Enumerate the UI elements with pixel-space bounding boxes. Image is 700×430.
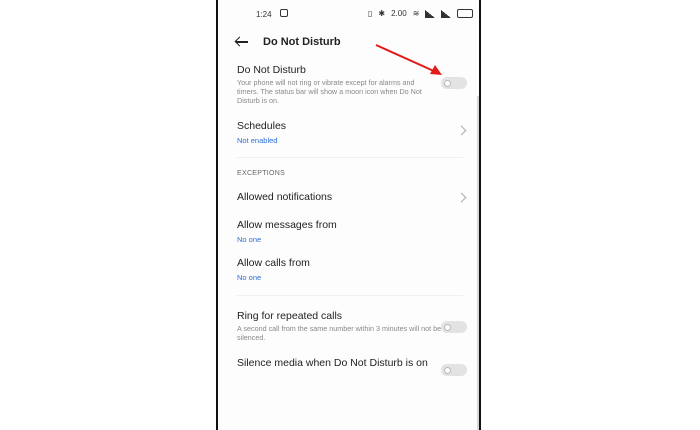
- allow-messages-row[interactable]: Allow messages from No one: [237, 219, 469, 244]
- dnd-description: Your phone will not ring or vibrate exce…: [237, 78, 422, 105]
- ring-repeated-description: A second call from the same number withi…: [237, 324, 442, 342]
- dnd-row[interactable]: Do Not Disturb Your phone will not ring …: [237, 64, 469, 105]
- header: Do Not Disturb: [218, 32, 479, 54]
- status-bar: 1:24 ▯ ✱ 2.00 ≋: [218, 8, 479, 22]
- phone-screen: 1:24 ▯ ✱ 2.00 ≋ Do Not Disturb Do Not Di…: [216, 0, 481, 430]
- ring-repeated-label: Ring for repeated calls: [237, 310, 343, 322]
- allow-messages-value: No one: [237, 235, 262, 244]
- status-time: 1:24: [256, 10, 272, 19]
- page-title: Do Not Disturb: [263, 36, 341, 48]
- allow-calls-row[interactable]: Allow calls from No one: [237, 257, 469, 282]
- scrollbar[interactable]: [477, 96, 479, 430]
- divider: [237, 157, 463, 158]
- allowed-notifications-row[interactable]: Allowed notifications: [237, 191, 469, 203]
- allow-calls-value: No one: [237, 273, 262, 282]
- battery-icon: [457, 9, 474, 18]
- signal-icon: [425, 9, 436, 18]
- silence-media-toggle[interactable]: [441, 364, 467, 376]
- allow-calls-label: Allow calls from: [237, 257, 310, 269]
- dnd-label: Do Not Disturb: [237, 64, 306, 76]
- vibrate-icon: ▯: [368, 9, 373, 18]
- back-arrow-icon[interactable]: [234, 35, 250, 49]
- schedules-row[interactable]: Schedules Not enabled: [237, 120, 469, 145]
- bluetooth-icon: ✱: [378, 9, 386, 18]
- allow-messages-label: Allow messages from: [237, 219, 337, 231]
- signal-icon-2: [441, 9, 452, 18]
- dnd-toggle[interactable]: [441, 77, 467, 89]
- ring-repeated-toggle[interactable]: [441, 321, 467, 333]
- silence-media-row[interactable]: Silence media when Do Not Disturb is on: [237, 357, 469, 370]
- ring-repeated-row[interactable]: Ring for repeated calls A second call fr…: [237, 310, 469, 342]
- net-speed: 2.00: [391, 9, 407, 18]
- status-icons: ▯ ✱ 2.00 ≋: [368, 9, 474, 18]
- schedules-label: Schedules: [237, 120, 287, 132]
- schedules-status: Not enabled: [237, 136, 278, 145]
- silence-media-label: Silence media when Do Not Disturb is on: [237, 357, 428, 369]
- divider: [237, 295, 463, 296]
- wifi-icon: ≋: [412, 9, 420, 18]
- section-exceptions: EXCEPTIONS: [237, 170, 286, 177]
- allowed-notifications-label: Allowed notifications: [237, 191, 333, 203]
- instagram-notification-icon: [280, 9, 288, 17]
